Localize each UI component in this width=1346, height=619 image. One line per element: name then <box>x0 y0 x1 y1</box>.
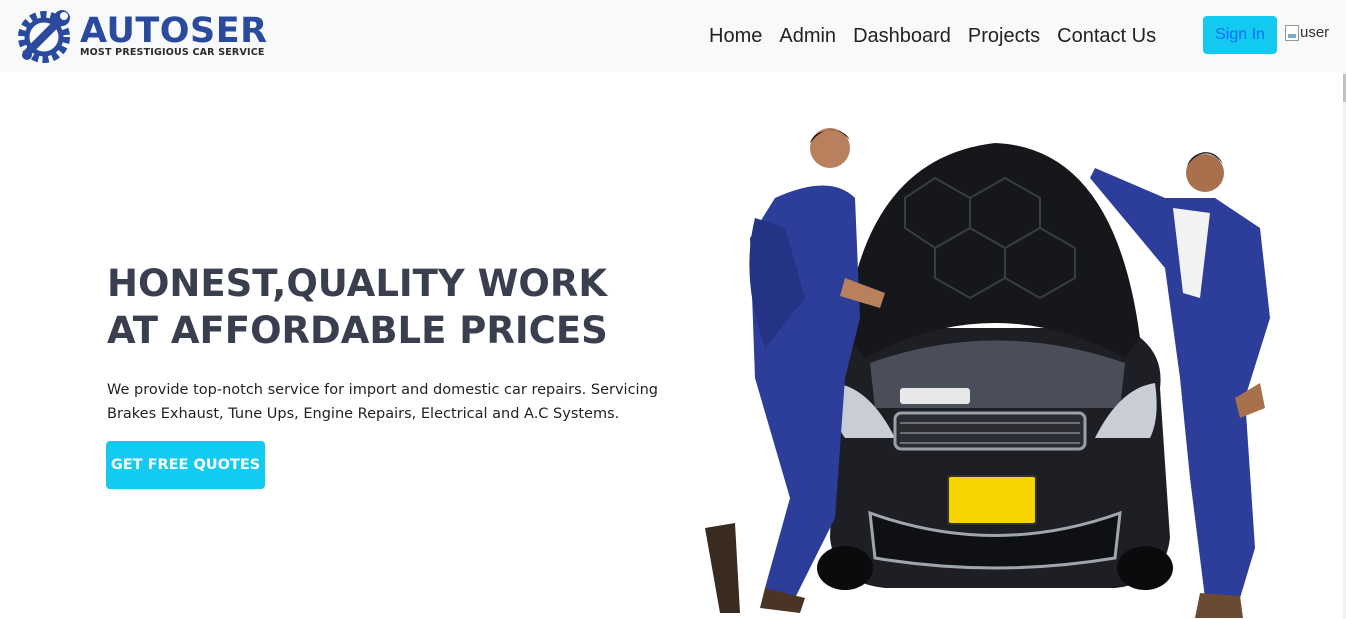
brand-logo[interactable]: AUTOSER MOST PRESTIGIOUS CAR SERVICE <box>14 4 268 66</box>
broken-image-icon <box>1285 24 1299 41</box>
gear-wrench-logo-icon <box>18 10 70 63</box>
brand-text: AUTOSER MOST PRESTIGIOUS CAR SERVICE <box>80 12 268 58</box>
user-avatar[interactable]: user <box>1285 24 1329 41</box>
nav-dashboard[interactable]: Dashboard <box>853 22 951 50</box>
sign-in-button[interactable]: Sign In <box>1203 16 1277 54</box>
nav-projects[interactable]: Projects <box>968 22 1040 50</box>
nav-links: Home Admin Dashboard Projects Contact Us <box>709 22 1173 50</box>
headline-line-1: HONEST,QUALITY WORK <box>107 262 608 305</box>
nav-contact-us[interactable]: Contact Us <box>1057 22 1156 50</box>
user-avatar-alt: user <box>1300 24 1330 41</box>
get-free-quotes-button[interactable]: GET FREE QUOTES <box>106 441 265 489</box>
navbar: AUTOSER MOST PRESTIGIOUS CAR SERVICE Hom… <box>0 0 1346 72</box>
hero-description: We provide top-notch service for import … <box>107 382 658 422</box>
hero-headline: HONEST,QUALITY WORK AT AFFORDABLE PRICES <box>107 260 667 354</box>
nav-home[interactable]: Home <box>709 22 762 50</box>
nav-admin[interactable]: Admin <box>779 22 836 50</box>
headline-line-2: AT AFFORDABLE PRICES <box>107 309 608 352</box>
brand-name: AUTOSER <box>80 11 268 51</box>
hero-mechanics-car-image <box>705 128 1270 618</box>
brand-tagline: MOST PRESTIGIOUS CAR SERVICE <box>80 47 265 58</box>
